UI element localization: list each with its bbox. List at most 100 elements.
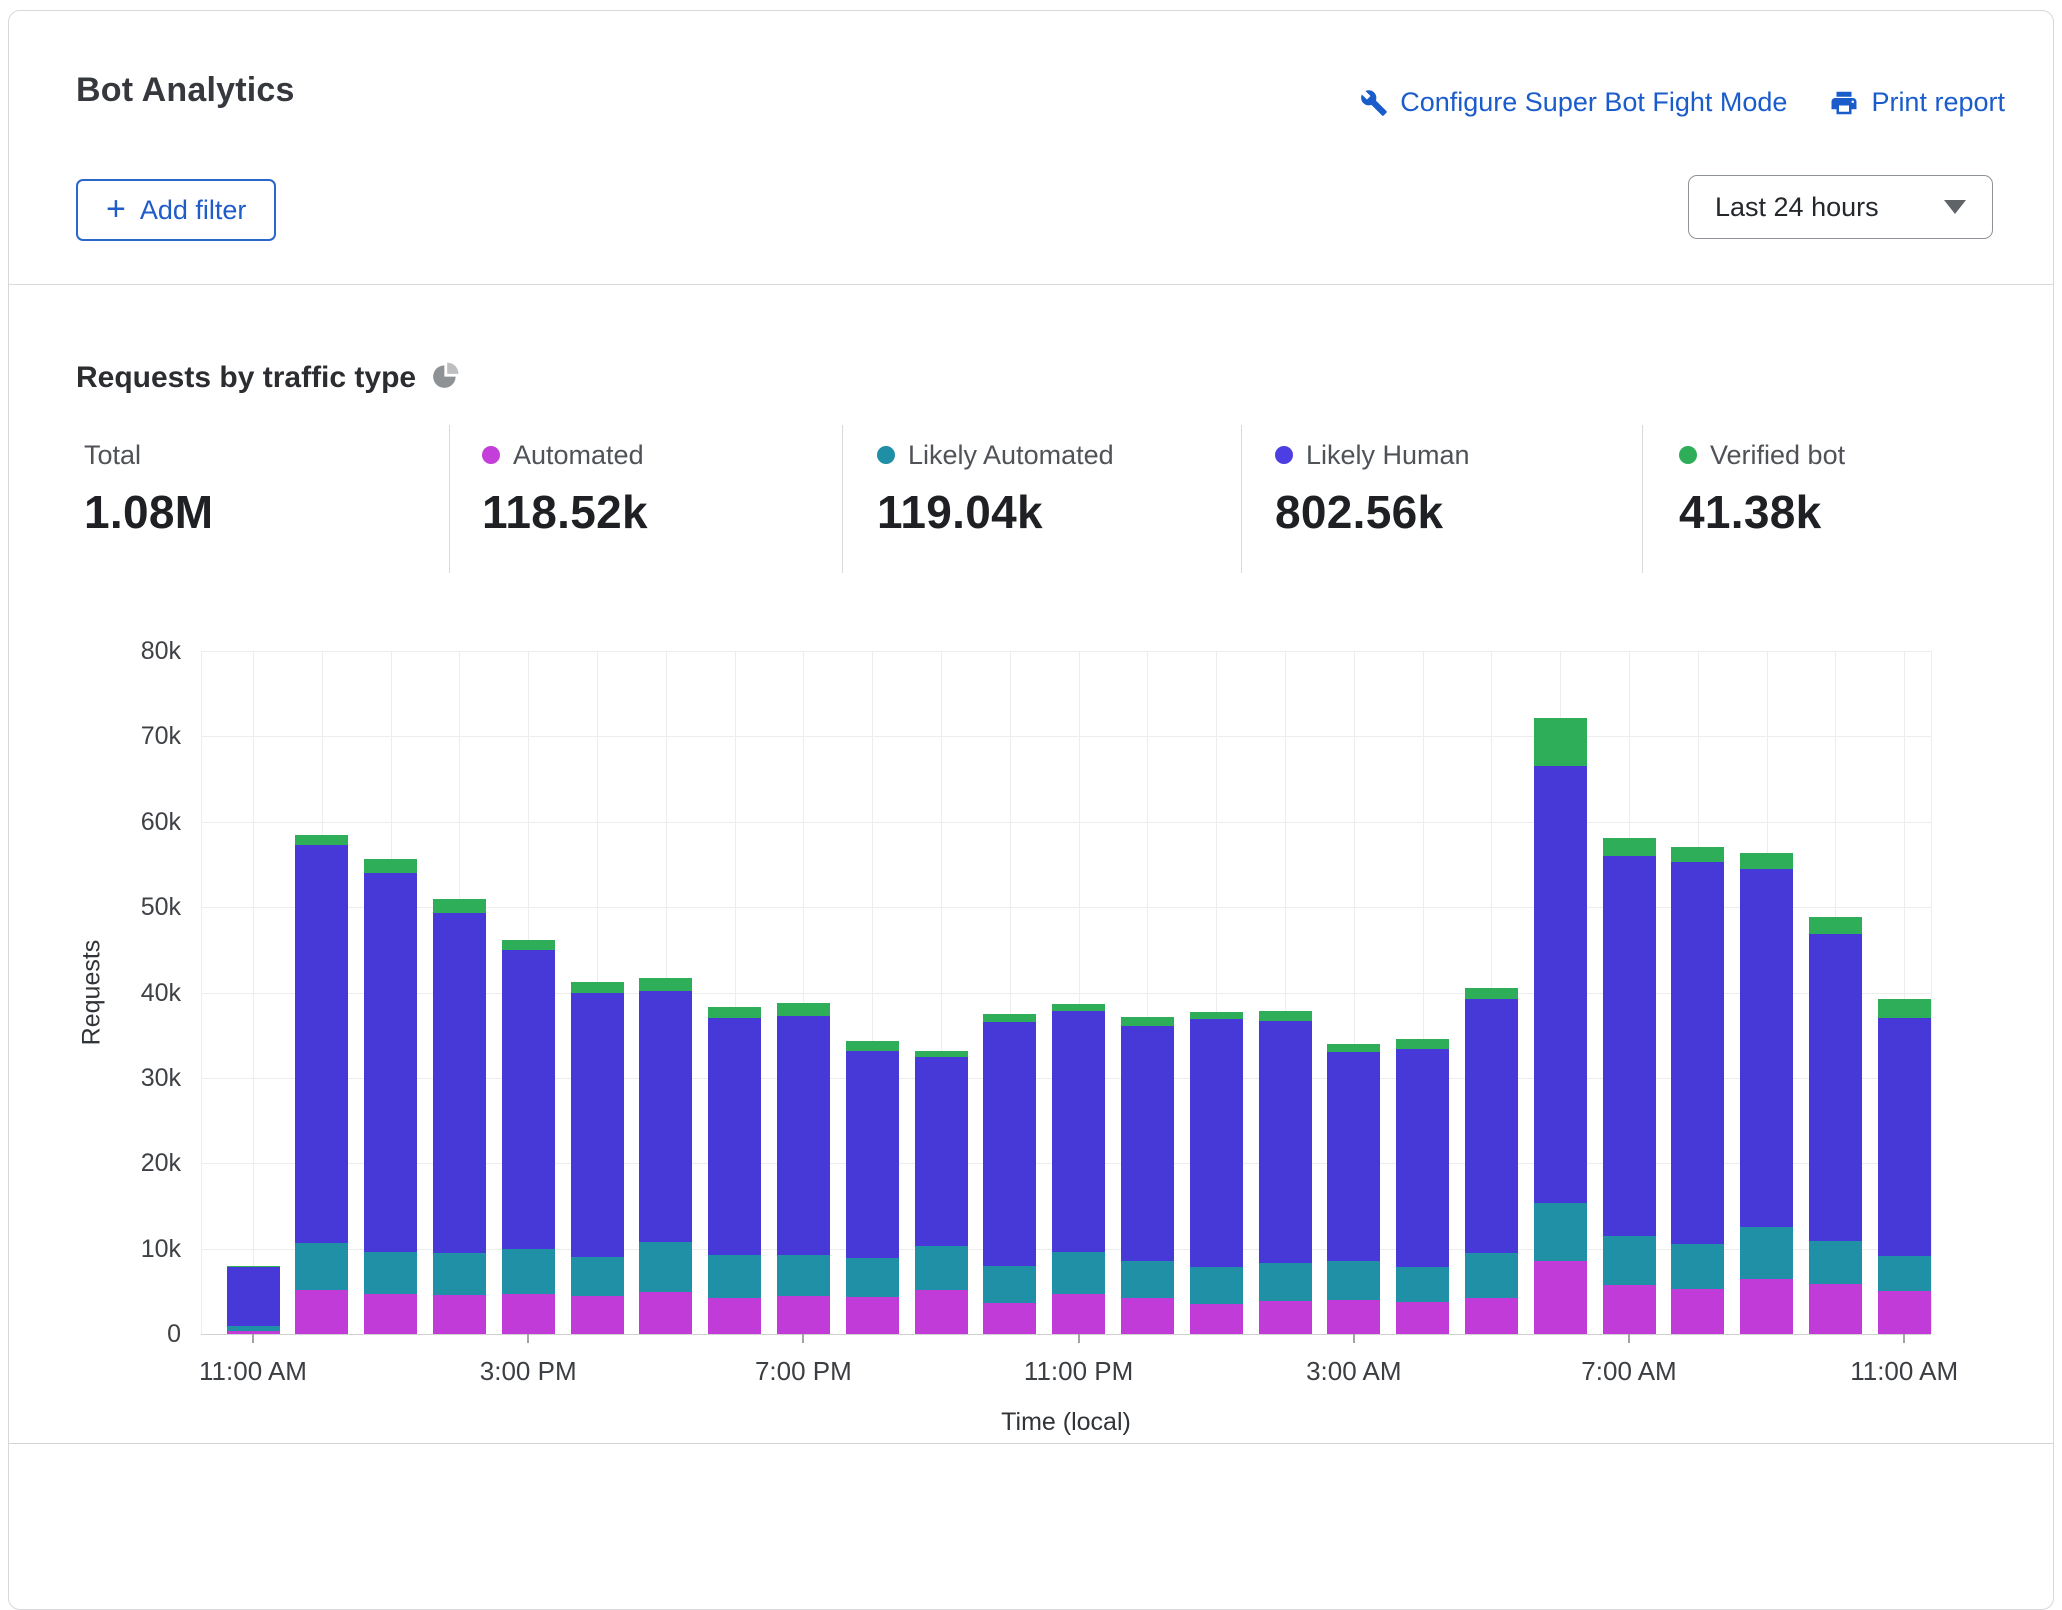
bar-segment-verified-bot — [846, 1041, 899, 1050]
stacked-bar-4-00-pm[interactable] — [571, 982, 624, 1334]
bar-segment-automated — [1052, 1294, 1105, 1334]
bar-segment-likely-human — [983, 1022, 1036, 1266]
bar-segment-likely-human — [915, 1057, 968, 1246]
bar-segment-automated — [983, 1303, 1036, 1334]
stacked-bar-3-00-pm[interactable] — [502, 940, 555, 1334]
stacked-bar-5-00-am[interactable] — [1465, 988, 1518, 1334]
stacked-bar-10-00-am[interactable] — [1809, 917, 1862, 1334]
printer-icon — [1829, 88, 1859, 118]
bar-segment-likely-human — [502, 950, 555, 1250]
bar-segment-automated — [1740, 1279, 1793, 1334]
stacked-bar-1-00-am[interactable] — [1190, 1012, 1243, 1334]
time-range-select[interactable]: Last 24 hours — [1688, 175, 1993, 239]
bar-segment-verified-bot — [1465, 988, 1518, 999]
bar-segment-likely-automated — [433, 1253, 486, 1295]
x-tick-mark — [527, 1334, 529, 1343]
bar-segment-likely-human — [1809, 934, 1862, 1240]
stat-automated: Automated 118.52k — [482, 439, 648, 539]
bar-segment-likely-human — [433, 913, 486, 1253]
bar-segment-likely-automated — [1671, 1244, 1724, 1289]
print-report-link[interactable]: Print report — [1829, 87, 2005, 118]
bar-segment-automated — [1809, 1284, 1862, 1334]
plus-icon: + — [106, 192, 126, 226]
verified-bot-legend-dot — [1679, 446, 1697, 464]
bar-segment-automated — [1396, 1302, 1449, 1334]
bar-segment-likely-automated — [1534, 1203, 1587, 1262]
bar-segment-verified-bot — [571, 982, 624, 993]
stacked-bar-11-00-pm[interactable] — [1052, 1004, 1105, 1334]
bar-segment-likely-human — [1327, 1052, 1380, 1261]
stacked-bar-8-00-am[interactable] — [1671, 847, 1724, 1334]
y-gridline — [201, 651, 1931, 652]
bar-segment-likely-human — [777, 1016, 830, 1255]
bar-segment-verified-bot — [1259, 1011, 1312, 1020]
stacked-bar-6-00-pm[interactable] — [708, 1007, 761, 1334]
bar-segment-automated — [1534, 1261, 1587, 1334]
pie-chart-icon — [432, 362, 459, 394]
stacked-bar-9-00-pm[interactable] — [915, 1051, 968, 1334]
stacked-bar-3-00-am[interactable] — [1327, 1044, 1380, 1334]
stat-verified-bot-value: 41.38k — [1679, 485, 1845, 539]
bar-segment-automated — [364, 1294, 417, 1334]
configure-super-bot-fight-mode-link[interactable]: Configure Super Bot Fight Mode — [1360, 87, 1787, 118]
stacked-bar-12-00-pm[interactable] — [295, 835, 348, 1334]
add-filter-button[interactable]: + Add filter — [76, 179, 276, 241]
stacked-bar-6-00-am[interactable] — [1534, 718, 1587, 1334]
bar-segment-verified-bot — [983, 1014, 1036, 1022]
bar-segment-verified-bot — [1534, 718, 1587, 766]
stacked-bar-10-00-pm[interactable] — [983, 1014, 1036, 1334]
bar-segment-verified-bot — [364, 859, 417, 873]
bar-segment-likely-human — [1534, 766, 1587, 1202]
bar-segment-likely-automated — [1121, 1261, 1174, 1299]
y-tick-label: 40k — [76, 978, 181, 1008]
bar-segment-likely-human — [364, 873, 417, 1252]
stat-total: Total 1.08M — [84, 439, 213, 539]
chevron-down-icon — [1944, 200, 1966, 214]
bar-segment-verified-bot — [1603, 838, 1656, 856]
x-tick-label: 11:00 AM — [1850, 1356, 1958, 1387]
stacked-bar-9-00-am[interactable] — [1740, 853, 1793, 1334]
stacked-bar-12-00-am[interactable] — [1121, 1017, 1174, 1334]
section-title: Requests by traffic type — [76, 361, 416, 395]
bar-segment-verified-bot — [1809, 917, 1862, 934]
x-tick-label: 11:00 AM — [199, 1356, 307, 1387]
stacked-bar-2-00-pm[interactable] — [433, 899, 486, 1334]
bar-segment-verified-bot — [1327, 1044, 1380, 1053]
bar-segment-likely-automated — [915, 1246, 968, 1290]
y-gridline — [201, 822, 1931, 823]
stacked-bar-1-00-pm[interactable] — [364, 859, 417, 1334]
y-tick-label: 20k — [76, 1148, 181, 1178]
x-tick-mark — [802, 1334, 804, 1343]
stat-automated-value: 118.52k — [482, 485, 648, 539]
stacked-bar-2-00-am[interactable] — [1259, 1011, 1312, 1334]
stat-likely-automated-value: 119.04k — [877, 485, 1114, 539]
stacked-bar-4-00-am[interactable] — [1396, 1039, 1449, 1334]
bar-segment-likely-human — [1121, 1026, 1174, 1261]
stacked-bar-11-00-am[interactable] — [227, 1266, 280, 1334]
stat-verified-bot: Verified bot 41.38k — [1679, 439, 1845, 539]
stacked-bar-7-00-pm[interactable] — [777, 1003, 830, 1334]
x-tick-label: 7:00 PM — [755, 1356, 852, 1387]
stacked-bar-7-00-am[interactable] — [1603, 838, 1656, 1334]
requests-by-traffic-type-chart: Requests Time (local) 010k20k30k40k50k60… — [201, 651, 1931, 1334]
bar-segment-likely-human — [295, 845, 348, 1243]
bar-segment-likely-automated — [639, 1242, 692, 1292]
stacked-bar-8-00-pm[interactable] — [846, 1041, 899, 1334]
bar-segment-likely-human — [571, 993, 624, 1257]
bar-segment-likely-automated — [708, 1255, 761, 1298]
bar-segment-automated — [1671, 1289, 1724, 1334]
bar-segment-likely-human — [1259, 1021, 1312, 1263]
bar-segment-likely-human — [1878, 1018, 1931, 1256]
bar-segment-likely-human — [1671, 862, 1724, 1244]
stacked-bar-5-00-pm[interactable] — [639, 978, 692, 1334]
bar-segment-verified-bot — [708, 1007, 761, 1018]
stacked-bar-11-00-am[interactable] — [1878, 999, 1931, 1334]
bar-segment-likely-human — [227, 1267, 280, 1326]
bar-segment-likely-automated — [1809, 1241, 1862, 1285]
bar-segment-verified-bot — [915, 1051, 968, 1058]
x-gridline — [201, 651, 202, 1334]
y-gridline — [201, 736, 1931, 737]
y-tick-label: 60k — [76, 807, 181, 837]
bar-segment-verified-bot — [777, 1003, 830, 1016]
automated-legend-dot — [482, 446, 500, 464]
